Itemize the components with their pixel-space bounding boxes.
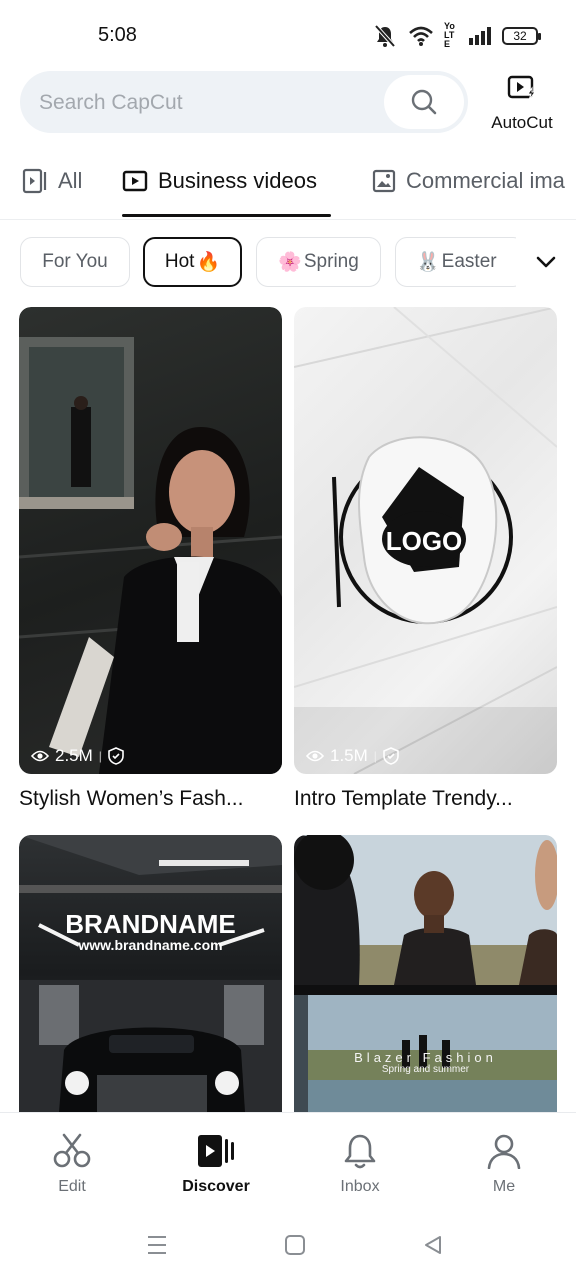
- status-bar: 5:08 Yo LTE 32: [0, 0, 576, 64]
- brand-car-preview: [19, 835, 282, 1112]
- template-card[interactable]: BRANDNAME www.brandname.com: [19, 835, 282, 1112]
- search-icon: [411, 89, 437, 115]
- fashion-subtitle-text: Spring and summer: [381, 1064, 470, 1075]
- search-button[interactable]: [384, 75, 464, 129]
- tab-business-videos-label: Business videos: [158, 168, 317, 193]
- chip-easter[interactable]: 🐰 Easter: [395, 237, 525, 287]
- home-icon[interactable]: [284, 1234, 306, 1256]
- logo-intro-preview: LOGO: [294, 307, 557, 774]
- signal-icon: [469, 26, 491, 45]
- nav-inbox-label: Inbox: [340, 1178, 380, 1195]
- autocut-label: AutoCut: [491, 113, 553, 132]
- chip-for-you[interactable]: For You: [20, 237, 130, 287]
- phone-frame-icon: [22, 168, 47, 194]
- stats-divider: |: [373, 749, 377, 763]
- autocut-icon: [507, 75, 536, 101]
- nav-discover-label: Discover: [182, 1178, 250, 1195]
- card-thumbnail[interactable]: BRANDNAME www.brandname.com: [19, 835, 282, 1112]
- view-count: 2.5M: [55, 746, 93, 765]
- card-title[interactable]: Intro Template Trendy...: [294, 787, 557, 811]
- back-icon[interactable]: [422, 1234, 444, 1256]
- nav-inbox[interactable]: Inbox: [310, 1133, 410, 1196]
- nav-edit-label: Edit: [58, 1178, 86, 1195]
- category-tabs: All Business videos Commercial ima: [0, 160, 576, 220]
- expand-chips-button[interactable]: [516, 237, 576, 287]
- chip-spring-label: Spring: [303, 251, 359, 272]
- nav-edit[interactable]: Edit: [22, 1133, 122, 1196]
- battery-level: 32: [513, 28, 527, 43]
- search-input[interactable]: Search CapCut: [39, 91, 183, 115]
- fashion-title-text: Blazer Fashion: [354, 1050, 497, 1065]
- recent-apps-icon[interactable]: [145, 1234, 169, 1256]
- bell-muted-icon: [374, 24, 396, 47]
- card-stats: 1.5M |: [306, 746, 399, 766]
- chip-spring[interactable]: 🌸 Spring: [256, 237, 381, 287]
- autocut-button[interactable]: AutoCut: [482, 74, 562, 133]
- volte-icon: Yo LTE: [444, 21, 455, 49]
- scissors-icon: [53, 1133, 91, 1168]
- tab-all-label: All: [58, 168, 83, 193]
- template-card[interactable]: 2.5M | Stylish Women’s Fash...: [19, 307, 282, 837]
- fashion-photo: [19, 337, 282, 774]
- chevron-down-icon: [536, 256, 556, 268]
- template-card[interactable]: LOGO 1.5M | Intro Template Trendy...: [294, 307, 557, 837]
- shield-icon: [383, 747, 399, 765]
- chip-hot[interactable]: Hot 🔥: [143, 237, 242, 287]
- battery-icon: 32: [502, 26, 541, 45]
- view-count: 1.5M: [330, 746, 368, 765]
- fire-icon: 🔥: [196, 252, 221, 273]
- eye-icon: [31, 750, 49, 762]
- tab-business-videos[interactable]: Business videos: [122, 168, 317, 194]
- chip-hot-label: Hot: [164, 251, 195, 272]
- brand-url-text: www.brandname.com: [78, 937, 223, 953]
- play-box-icon: [122, 170, 148, 192]
- brand-name-text: BRANDNAME: [65, 909, 236, 939]
- nav-me-label: Me: [492, 1178, 516, 1195]
- card-stats: 2.5M |: [31, 746, 124, 766]
- status-time: 5:08: [98, 24, 137, 46]
- nav-discover[interactable]: Discover: [166, 1133, 266, 1196]
- tab-commercial-images[interactable]: Commercial ima: [372, 168, 565, 194]
- chip-easter-label: Easter: [441, 251, 497, 272]
- card-thumbnail[interactable]: LOGO 1.5M |: [294, 307, 557, 774]
- nav-me[interactable]: Me: [454, 1133, 554, 1196]
- tab-commercial-images-label: Commercial ima: [406, 168, 565, 193]
- search-bar[interactable]: Search CapCut: [20, 71, 468, 133]
- system-navigation-bar: [0, 1212, 576, 1280]
- chip-for-you-label: For You: [42, 251, 108, 272]
- card-thumbnail[interactable]: Blazer Fashion Spring and summer: [294, 835, 557, 1112]
- card-thumbnail[interactable]: 2.5M |: [19, 307, 282, 774]
- discover-icon: [198, 1135, 234, 1167]
- bottom-nav: Edit Discover Inbox Me: [0, 1112, 576, 1212]
- flower-icon: 🌸: [278, 252, 302, 273]
- eye-icon: [306, 750, 324, 762]
- wifi-icon: [409, 26, 433, 46]
- shield-icon: [108, 747, 124, 765]
- stats-divider: |: [98, 749, 102, 763]
- bunny-icon: 🐰: [416, 252, 440, 273]
- active-tab-indicator: [122, 214, 331, 217]
- logo-text: LOGO: [386, 526, 463, 556]
- card-title[interactable]: Stylish Women’s Fash...: [19, 787, 282, 811]
- template-card[interactable]: Blazer Fashion Spring and summer: [294, 835, 557, 1112]
- status-icons: Yo LTE 32: [372, 21, 541, 49]
- tab-all[interactable]: All: [22, 168, 82, 194]
- bell-icon: [344, 1134, 376, 1169]
- image-icon: [372, 169, 396, 193]
- person-icon: [487, 1134, 521, 1170]
